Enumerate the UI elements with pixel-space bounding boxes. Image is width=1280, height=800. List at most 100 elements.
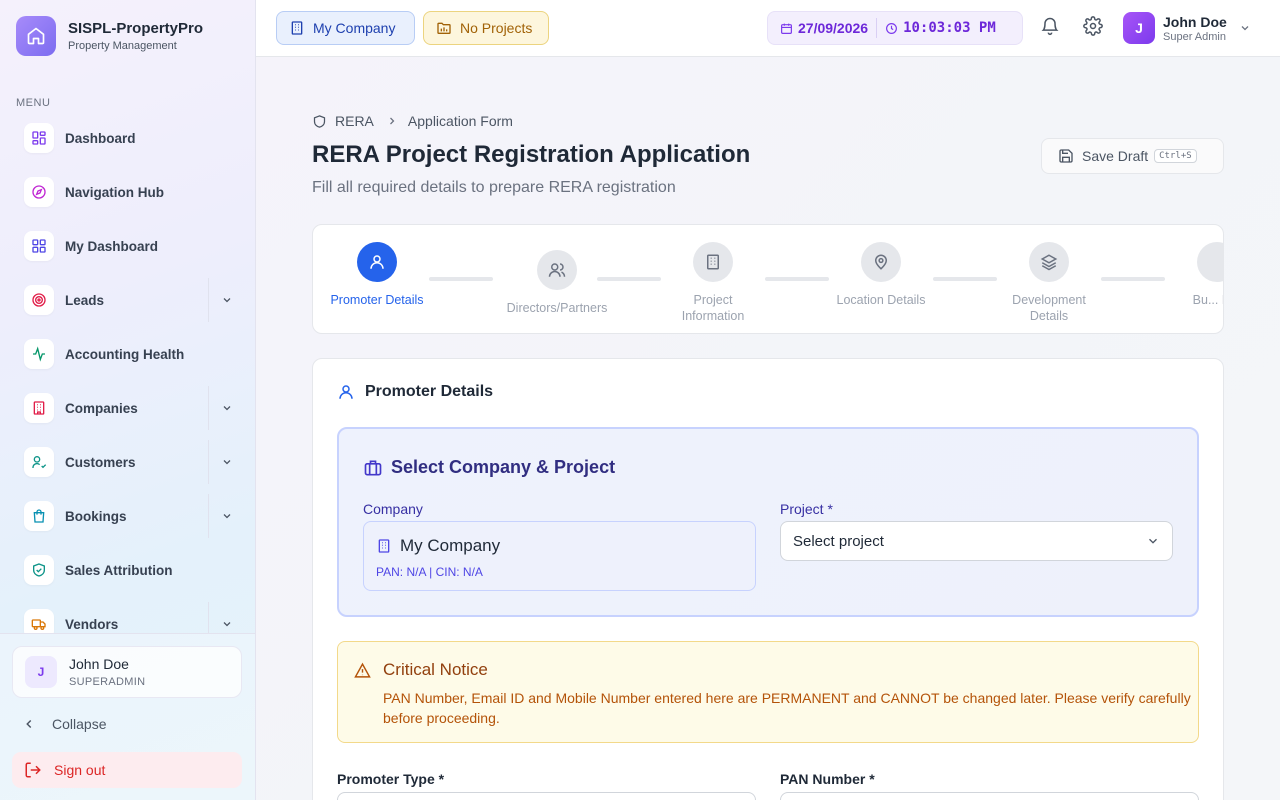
- pan-number-input[interactable]: [780, 792, 1199, 800]
- building-icon: [24, 393, 54, 423]
- sidebar-item-label: Bookings: [65, 508, 127, 524]
- chevron-down-icon[interactable]: [208, 386, 244, 430]
- step-connector: [765, 277, 829, 281]
- sidebar-item-label: Dashboard: [65, 130, 136, 146]
- map-pin-icon: [861, 242, 901, 282]
- project-select[interactable]: Select project: [780, 521, 1173, 561]
- brand-name: SISPL-PropertyPro: [68, 20, 204, 37]
- notice-text: PAN Number, Email ID and Mobile Number e…: [383, 690, 1191, 726]
- collapse-button[interactable]: Collapse: [22, 716, 106, 732]
- sidebar-item-label: Navigation Hub: [65, 184, 165, 200]
- sidebar-item-accounting-health[interactable]: Accounting Health: [12, 332, 244, 376]
- step-project-information[interactable]: Project Information: [663, 242, 763, 324]
- sign-out-button[interactable]: Sign out: [12, 752, 242, 788]
- pan-number-label: PAN Number *: [780, 771, 875, 787]
- divider: [876, 18, 878, 38]
- step-directors-partners[interactable]: Directors/Partners: [507, 250, 607, 316]
- sidebar-item-companies[interactable]: Companies: [12, 386, 244, 430]
- step-label: Directors/Partners: [506, 301, 608, 315]
- user-icon: [357, 242, 397, 282]
- sidebar-item-dashboard[interactable]: Dashboard: [12, 116, 244, 160]
- step-promoter-details[interactable]: Promoter Details: [327, 242, 427, 308]
- brand[interactable]: SISPL-PropertyPro Property Management: [16, 16, 203, 56]
- save-draft-label: Save Draft: [1082, 148, 1149, 164]
- save-icon: [1058, 148, 1074, 164]
- step-building-details[interactable]: Bu... D...: [1167, 242, 1223, 308]
- company-label: Company: [363, 501, 423, 517]
- date-time-display: 27/09/2026 10:03:03 PM: [767, 11, 1023, 45]
- chevron-down-icon[interactable]: [208, 440, 244, 484]
- chevron-down-icon[interactable]: [208, 602, 244, 634]
- sidebar-item-my-dashboard[interactable]: My Dashboard: [12, 224, 244, 268]
- sidebar-item-leads[interactable]: Leads: [12, 278, 244, 322]
- truck-icon: [24, 609, 54, 634]
- keyboard-shortcut: Ctrl+S: [1154, 149, 1197, 163]
- promoter-type-select[interactable]: [337, 792, 756, 800]
- user-name: John Doe: [1163, 13, 1227, 30]
- shield-check-icon: [24, 555, 54, 585]
- sidebar-user-card[interactable]: J John Doe SUPERADMIN: [12, 646, 242, 698]
- sidebar-item-bookings[interactable]: Bookings: [12, 494, 244, 538]
- breadcrumb-current: Application Form: [407, 113, 513, 129]
- company-project-selector: Select Company & Project Company My Comp…: [337, 427, 1199, 617]
- building-icon: [693, 242, 733, 282]
- company-switcher[interactable]: My Company: [276, 11, 415, 45]
- step-development-details[interactable]: Development Details: [999, 242, 1099, 324]
- sidebar-item-label: Companies: [65, 400, 138, 416]
- selector-title: Select Company & Project: [363, 457, 615, 478]
- step-connector: [597, 277, 661, 281]
- step-location-details[interactable]: Location Details: [831, 242, 931, 308]
- sidebar-item-vendors[interactable]: Vendors: [12, 602, 244, 634]
- promoter-details-card: Promoter Details Select Company & Projec…: [312, 358, 1224, 800]
- critical-notice: Critical Notice PAN Number, Email ID and…: [337, 641, 1199, 743]
- sign-out-label: Sign out: [54, 762, 106, 778]
- target-icon: [24, 285, 54, 315]
- top-bar: My Company No Projects 27/09/2026 10:03:…: [256, 0, 1280, 57]
- step-connector: [429, 277, 493, 281]
- sidebar-item-customers[interactable]: Customers: [12, 440, 244, 484]
- page-subtitle: Fill all required details to prepare RER…: [312, 179, 676, 196]
- user-menu[interactable]: J John Doe Super Admin: [1123, 12, 1251, 44]
- brand-subtitle: Property Management: [68, 40, 177, 52]
- project-switcher[interactable]: No Projects: [423, 11, 549, 45]
- main-content: RERA Application Form RERA Project Regis…: [256, 57, 1280, 800]
- sidebar: SISPL-PropertyPro Property Management ME…: [0, 0, 256, 800]
- calendar-icon: [780, 22, 793, 35]
- sidebar-item-sales-attribution[interactable]: Sales Attribution: [12, 548, 244, 592]
- step-label: Location Details: [836, 293, 926, 307]
- shopping-bag-icon: [24, 501, 54, 531]
- company-meta: PAN: N/A | CIN: N/A: [376, 565, 483, 579]
- step-connector: [1101, 277, 1165, 281]
- chevron-down-icon: [1146, 534, 1160, 548]
- selector-title-text: Select Company & Project: [391, 457, 616, 477]
- section-title-text: Promoter Details: [365, 383, 494, 400]
- page-title: RERA Project Registration Application: [312, 141, 751, 168]
- menu-section-label: MENU: [16, 97, 51, 109]
- save-draft-button[interactable]: Save Draft Ctrl+S: [1041, 138, 1224, 174]
- breadcrumb-root[interactable]: RERA: [335, 113, 374, 129]
- gear-icon[interactable]: [1083, 16, 1103, 36]
- chevron-down-icon[interactable]: [208, 494, 244, 538]
- user-check-icon: [24, 447, 54, 477]
- clock-icon: [885, 22, 898, 35]
- project-label: Project *: [780, 501, 833, 517]
- building-icon: [376, 538, 392, 554]
- user-icon: [337, 383, 355, 401]
- current-date: 27/09/2026: [798, 20, 869, 36]
- folder-icon: [436, 20, 452, 36]
- step-label: Project Information: [681, 293, 745, 323]
- step-label: Promoter Details: [330, 293, 424, 307]
- user-name: John Doe: [69, 656, 129, 672]
- bell-icon[interactable]: [1040, 16, 1060, 36]
- sidebar-item-label: Leads: [65, 292, 105, 308]
- sidebar-item-navigation-hub[interactable]: Navigation Hub: [12, 170, 244, 214]
- building-icon: [289, 20, 305, 36]
- chevron-down-icon[interactable]: [208, 278, 244, 322]
- warning-icon: [354, 662, 371, 742]
- shield-icon: [312, 114, 327, 129]
- project-select-value: Select project: [793, 532, 884, 550]
- home-icon: [16, 16, 56, 56]
- user-role: Super Admin: [1163, 30, 1226, 43]
- layout-grid-icon: [24, 123, 54, 153]
- activity-icon: [24, 339, 54, 369]
